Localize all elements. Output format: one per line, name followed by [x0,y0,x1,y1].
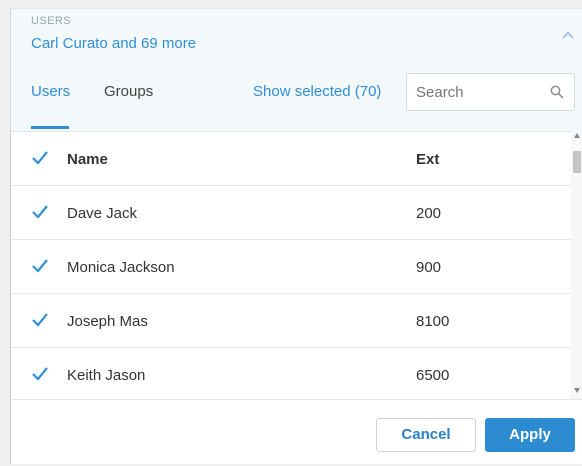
column-header-name[interactable]: Name [67,151,108,168]
selection-summary[interactable]: Carl Curato and 69 more [31,35,196,52]
user-ext: 900 [416,259,442,276]
selector-header: USERS Carl Curato and 69 more Users Grou… [11,9,582,131]
active-tab-indicator [31,126,69,129]
scroll-up-icon[interactable] [574,133,580,138]
row-checkbox[interactable] [31,257,49,275]
cancel-button[interactable]: Cancel [376,418,476,452]
scrollbar-thumb[interactable] [573,151,581,173]
chevron-up-icon[interactable] [560,27,576,43]
table-row[interactable]: Dave Jack 200 [11,186,571,240]
table-row[interactable]: Keith Jason 6500 [11,348,571,400]
apply-button[interactable]: Apply [485,418,575,452]
table-header-row: Name Ext [11,132,571,186]
user-name: Keith Jason [67,367,146,384]
row-checkbox[interactable] [31,203,49,221]
scroll-down-icon[interactable] [574,388,580,393]
section-label: USERS [31,15,71,27]
user-ext: 6500 [416,367,450,384]
show-selected-link[interactable]: Show selected (70) [253,83,381,100]
users-table: Name Ext Dave Jack 200 Monica Jackson 90… [11,131,571,400]
tab-users[interactable]: Users [31,83,70,100]
user-ext: 200 [416,205,442,222]
search-input[interactable] [416,83,536,101]
column-header-ext[interactable]: Ext [416,151,439,168]
search-box[interactable] [406,73,575,111]
table-row[interactable]: Monica Jackson 900 [11,240,571,294]
search-icon[interactable] [550,85,564,99]
table-scrollbar[interactable] [571,131,582,399]
row-checkbox[interactable] [31,311,49,329]
user-selector-panel: USERS Carl Curato and 69 more Users Grou… [10,8,582,464]
user-name: Joseph Mas [67,313,148,330]
user-ext: 8100 [416,313,450,330]
dialog-footer: Cancel Apply [11,399,582,466]
tab-groups[interactable]: Groups [104,83,153,100]
user-name: Monica Jackson [67,259,175,276]
row-checkbox[interactable] [31,365,49,383]
user-name: Dave Jack [67,205,138,222]
table-row[interactable]: Joseph Mas 8100 [11,294,571,348]
select-all-checkbox[interactable] [31,149,49,167]
